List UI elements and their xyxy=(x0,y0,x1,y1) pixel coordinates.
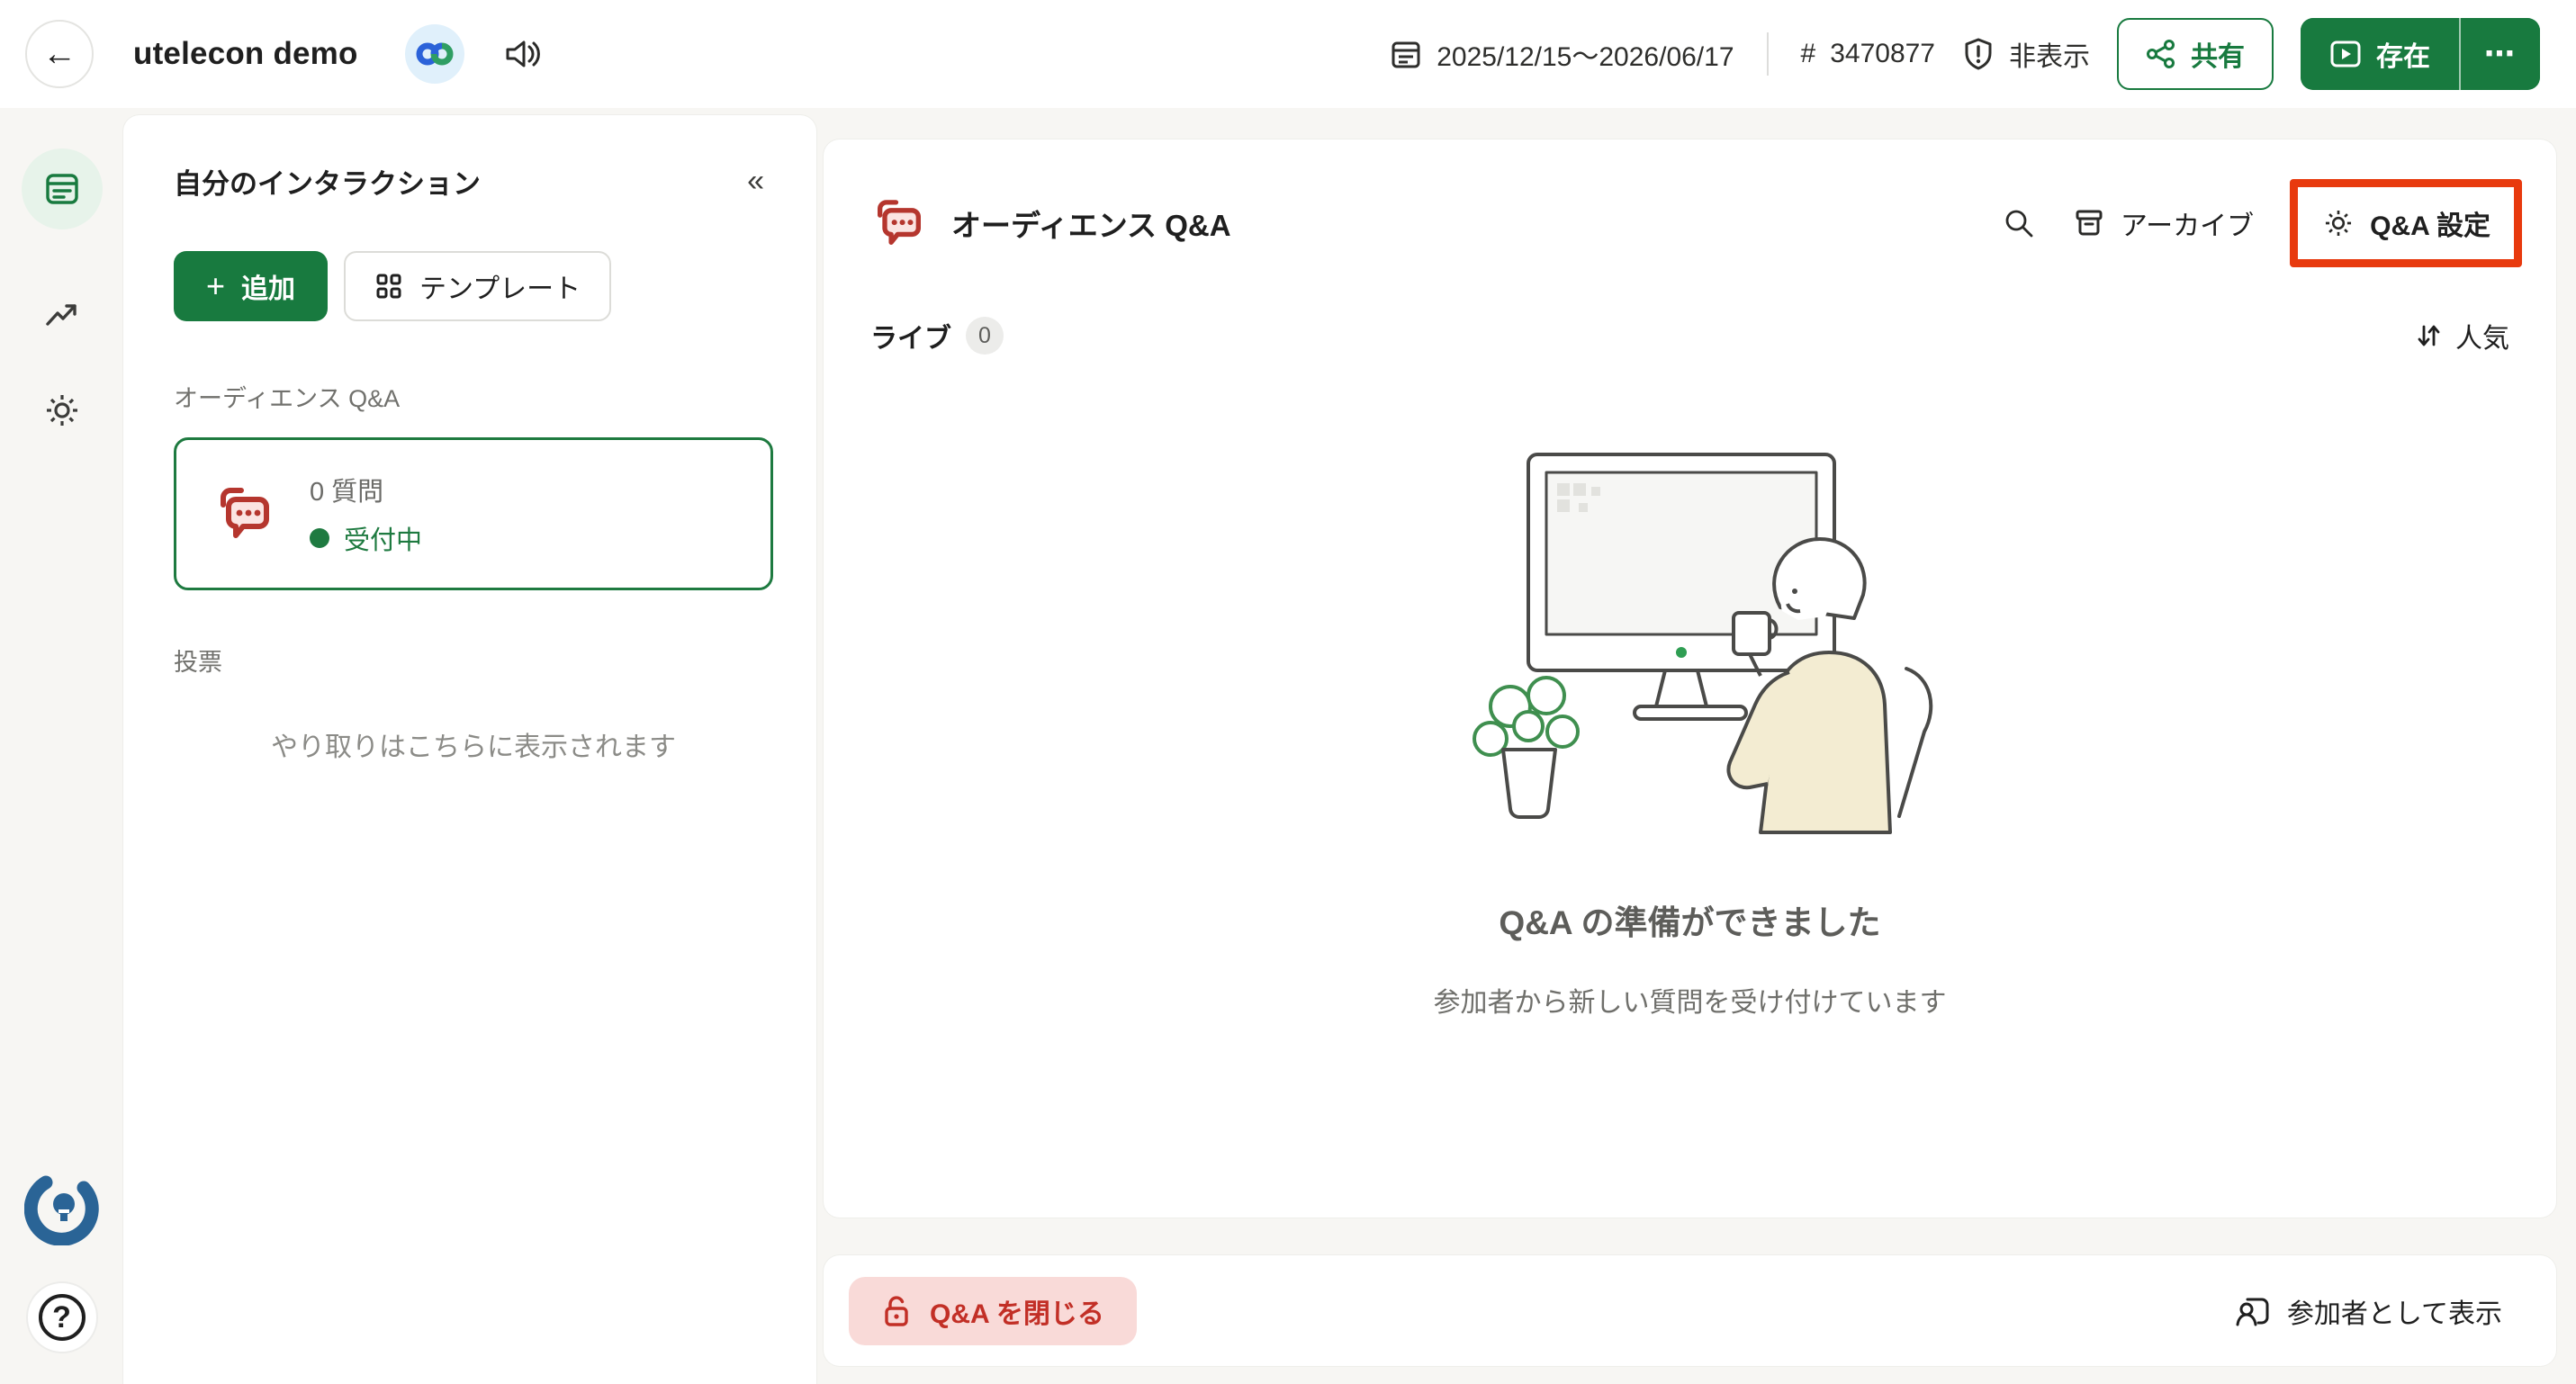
date-range: 2025/12/15〜2026/06/17 xyxy=(1437,42,1734,72)
panel-hint: やり取りはこちらに表示されます xyxy=(271,732,676,762)
participant-view-label: 参加者として表示 xyxy=(2286,1299,2502,1329)
question-mark-icon: ? xyxy=(38,1294,86,1341)
webex-logo-icon xyxy=(404,24,464,84)
empty-state-title: Q&A の準備ができました xyxy=(1499,904,1881,941)
event-title: utelecon demo xyxy=(133,36,358,71)
empty-state-subtitle: 参加者から新しい質問を受け付けています xyxy=(1433,988,1947,1018)
main-title-wrap: オーディエンス Q&A xyxy=(870,194,1231,252)
event-dates[interactable]: 2025/12/15〜2026/06/17 xyxy=(1390,34,1734,74)
help-button[interactable]: ? xyxy=(25,1281,98,1353)
template-label: テンプレート xyxy=(419,274,581,304)
collapse-double-chevron-icon: « xyxy=(747,164,764,198)
participant-view-button[interactable]: 参加者として表示 xyxy=(2235,1291,2502,1331)
qa-status-label: 受付中 xyxy=(344,526,423,555)
present-label: 存在 xyxy=(2376,42,2430,72)
help-glyph: ? xyxy=(52,1299,71,1335)
sort-button[interactable]: 人気 xyxy=(2414,316,2509,355)
close-qa-label: Q&A を閉じる xyxy=(930,1299,1104,1329)
event-code[interactable]: # 3470877 xyxy=(1801,39,1935,69)
main-title: オーディエンス Q&A xyxy=(951,209,1231,242)
interactions-panel: 自分のインタラクション « + 追加 テンプレート オーディエンス Q&A 0 … xyxy=(123,115,816,1384)
share-label: 共有 xyxy=(2191,42,2245,72)
qa-chat-bubbles-icon xyxy=(878,200,921,245)
panel-title: 自分のインタラクション xyxy=(174,168,481,200)
archive-label: アーカイブ xyxy=(2120,211,2255,241)
add-button[interactable]: + 追加 xyxy=(174,251,329,321)
slido-logo-icon[interactable] xyxy=(23,1170,100,1245)
close-qa-button[interactable]: Q&A を閉じる xyxy=(849,1276,1137,1345)
main-header-actions: アーカイブ Q&A 設定 xyxy=(2002,179,2522,267)
visibility-status[interactable]: 非表示 xyxy=(1962,34,2090,74)
participant-view-icon xyxy=(2236,1298,2269,1326)
search-icon xyxy=(2005,210,2033,238)
gear-icon xyxy=(2326,210,2352,237)
collapse-panel-button[interactable]: « xyxy=(738,158,773,204)
sidebar-item-settings[interactable] xyxy=(22,370,103,451)
live-count-badge: 0 xyxy=(966,317,1004,355)
main-header: オーディエンス Q&A アーカイブ Q&A 設定 xyxy=(870,179,2522,267)
qa-question-count: 0 質問 xyxy=(310,478,384,507)
icon-rail: ? xyxy=(0,108,123,1384)
interactions-icon xyxy=(45,174,78,204)
hidden-label: 非表示 xyxy=(2009,42,2090,72)
topbar: ← utelecon demo 2025/12/15〜2026/06/17 # xyxy=(0,0,2576,108)
tabs-row: ライブ 0 人気 xyxy=(870,316,2509,355)
share-button[interactable]: 共有 xyxy=(2117,18,2274,90)
sort-arrows-icon xyxy=(2418,325,2440,346)
panel-actions: + 追加 テンプレート xyxy=(174,251,773,321)
live-tab-label: ライブ xyxy=(870,324,951,354)
qa-settings-button[interactable]: Q&A 設定 xyxy=(2321,203,2490,243)
annotation-highlight-box: Q&A 設定 xyxy=(2290,179,2522,267)
sidebar-item-analytics[interactable] xyxy=(22,276,103,357)
shield-exclamation-icon xyxy=(1965,38,1992,70)
divider xyxy=(1766,32,1769,76)
hash-prefix: # xyxy=(1800,39,1816,68)
calendar-icon xyxy=(1392,41,1420,68)
topbar-right: 2025/12/15〜2026/06/17 # 3470877 非表示 共有 存… xyxy=(1390,18,2540,90)
polls-section-label: 投票 xyxy=(174,649,222,676)
archive-box-icon xyxy=(2076,210,2103,236)
tab-live[interactable]: ライブ 0 xyxy=(870,316,1004,355)
share-nodes-icon xyxy=(2147,40,2175,68)
add-label: 追加 xyxy=(241,274,296,304)
search-button[interactable] xyxy=(2002,206,2036,240)
archive-button[interactable]: アーカイブ xyxy=(2072,203,2254,243)
template-button[interactable]: テンプレート xyxy=(344,251,612,321)
present-button[interactable]: 存在 xyxy=(2301,18,2459,90)
more-button[interactable]: ⋯ xyxy=(2461,18,2540,90)
unlock-icon xyxy=(885,1295,908,1326)
qa-ready-illustration xyxy=(1472,453,1932,834)
plus-icon: + xyxy=(206,267,226,304)
back-button[interactable]: ← xyxy=(25,20,94,88)
event-code-value: 3470877 xyxy=(1830,39,1935,68)
template-grid-icon xyxy=(376,274,401,299)
qa-main-card: オーディエンス Q&A アーカイブ Q&A 設定 ライブ 0 人気 Q&A の準… xyxy=(824,139,2556,1218)
qa-interaction-card[interactable]: 0 質問 受付中 xyxy=(174,437,773,590)
qa-footer-bar: Q&A を閉じる 参加者として表示 xyxy=(824,1255,2556,1366)
trending-up-icon xyxy=(45,304,77,326)
gear-icon xyxy=(46,395,77,426)
qa-section-label: オーディエンス Q&A xyxy=(174,385,401,412)
sidebar-item-interactions[interactable] xyxy=(21,148,103,229)
presentation-play-icon xyxy=(2330,40,2361,67)
speaker-icon[interactable] xyxy=(504,36,544,72)
qa-chat-bubbles-icon xyxy=(221,488,269,538)
qa-empty-state: Q&A の準備ができました 参加者から新しい質問を受け付けています xyxy=(870,355,2509,1218)
ellipsis-icon: ⋯ xyxy=(2484,37,2517,71)
status-dot-icon xyxy=(310,528,329,548)
panel-header: 自分のインタラクション « xyxy=(174,158,773,204)
qa-status: 受付中 xyxy=(310,519,422,557)
qa-card-texts: 0 質問 受付中 xyxy=(310,471,422,557)
arrow-left-icon: ← xyxy=(42,34,77,73)
sort-label: 人気 xyxy=(2455,324,2509,354)
qa-settings-label: Q&A 設定 xyxy=(2370,211,2490,241)
present-split-button: 存在 ⋯ xyxy=(2301,18,2540,90)
